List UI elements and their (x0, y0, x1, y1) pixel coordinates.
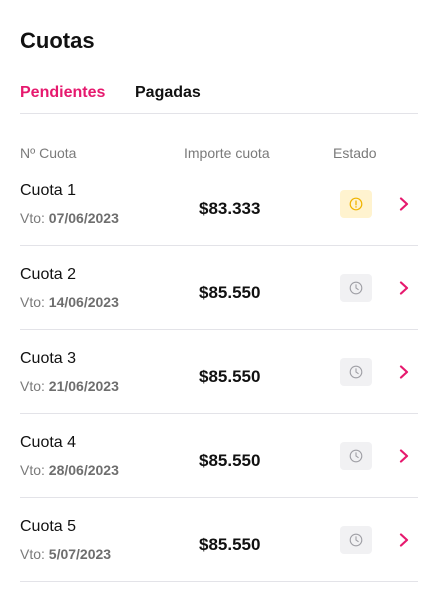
alert-circle-icon (349, 197, 363, 211)
installment-title: Cuota 5 (20, 518, 77, 535)
installment-amount: $85.550 (199, 283, 261, 302)
status-badge (340, 442, 372, 470)
status-badge (340, 274, 372, 302)
page-title: Cuotas (20, 28, 95, 53)
installment-amount: $85.550 (199, 535, 261, 554)
clock-icon (349, 365, 363, 379)
installment-row[interactable]: Cuota 5 Vto: 5/07/2023 $85.550 (0, 498, 438, 582)
installment-row[interactable]: Cuota 3 Vto: 21/06/2023 $85.550 (0, 330, 438, 414)
chevron-right-icon[interactable] (398, 365, 410, 379)
clock-icon (349, 449, 363, 463)
due-prefix: Vto: (20, 462, 49, 478)
due-date: 21/06/2023 (48, 378, 119, 394)
installment-title: Cuota 3 (20, 350, 77, 367)
status-badge (340, 358, 372, 386)
chevron-right-icon[interactable] (398, 197, 410, 211)
due-prefix: Vto: (20, 294, 49, 310)
installment-due: Vto: 14/06/2023 (20, 294, 119, 310)
installment-due: Vto: 5/07/2023 (20, 546, 111, 562)
tab-bar: Pendientes Pagadas (20, 84, 418, 114)
installment-amount: $85.550 (199, 451, 261, 470)
due-date: 14/06/2023 (48, 294, 119, 310)
tab-pendientes[interactable]: Pendientes (20, 84, 105, 102)
clock-icon (349, 533, 363, 547)
status-badge (340, 190, 372, 218)
due-prefix: Vto: (20, 210, 49, 226)
installment-list: Cuota 1 Vto: 07/06/2023 $83.333 Cuota 2 … (0, 162, 438, 582)
installment-title: Cuota 2 (20, 266, 77, 283)
due-date: 5/07/2023 (48, 546, 112, 562)
status-badge (340, 526, 372, 554)
column-header-number: Nº Cuota (20, 145, 77, 161)
column-header-status: Estado (333, 145, 377, 161)
due-prefix: Vto: (20, 378, 49, 394)
due-date: 28/06/2023 (48, 462, 119, 478)
installment-amount: $83.333 (199, 199, 261, 218)
chevron-right-icon[interactable] (398, 449, 410, 463)
tab-pagadas[interactable]: Pagadas (135, 84, 201, 102)
installment-title: Cuota 4 (20, 434, 77, 451)
column-header-amount: Importe cuota (184, 145, 270, 161)
chevron-right-icon[interactable] (398, 281, 410, 295)
installment-row[interactable]: Cuota 1 Vto: 07/06/2023 $83.333 (0, 162, 438, 246)
due-date: 07/06/2023 (48, 210, 119, 226)
installment-due: Vto: 28/06/2023 (20, 462, 119, 478)
installment-amount: $85.550 (199, 367, 261, 386)
installment-row[interactable]: Cuota 4 Vto: 28/06/2023 $85.550 (0, 414, 438, 498)
installment-due: Vto: 21/06/2023 (20, 378, 119, 394)
installment-row[interactable]: Cuota 2 Vto: 14/06/2023 $85.550 (0, 246, 438, 330)
chevron-right-icon[interactable] (398, 533, 410, 547)
installment-title: Cuota 1 (20, 182, 77, 199)
clock-icon (349, 281, 363, 295)
installment-due: Vto: 07/06/2023 (20, 210, 119, 226)
due-prefix: Vto: (20, 546, 49, 562)
